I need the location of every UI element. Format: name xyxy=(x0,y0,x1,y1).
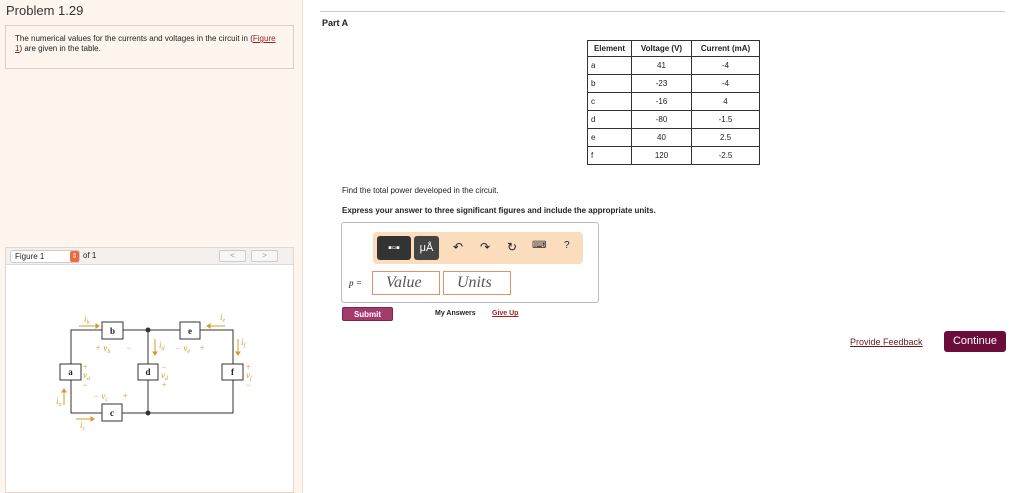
node-bottom xyxy=(145,410,151,416)
vc-plus: + xyxy=(122,391,128,401)
math-toolbar: ▪▫▪ μÅ ↶ ↷ ↻ ⌨ ? xyxy=(373,232,583,264)
cell: -80 xyxy=(631,110,692,129)
voltage-ve-label: − ve xyxy=(175,343,190,355)
header-current: Current (mA) xyxy=(691,40,760,57)
answer-box: ▪▫▪ μÅ ↶ ↷ ↻ ⌨ ? p = Value Units xyxy=(341,222,599,303)
templates-button[interactable]: ▪▫▪ xyxy=(377,236,411,260)
voltage-vc-label: − vc xyxy=(93,391,108,403)
current-ia-label: ia xyxy=(56,396,62,408)
cell: 2.5 xyxy=(691,128,760,147)
vd-plus: + xyxy=(161,380,167,390)
cell: c xyxy=(587,92,632,111)
cell: b xyxy=(587,74,632,93)
cell: 120 xyxy=(631,146,692,165)
cell: -1.5 xyxy=(691,110,760,129)
label-b: b xyxy=(110,326,115,336)
cell: -4 xyxy=(691,56,760,75)
question-text: Find the total power developed in the ci… xyxy=(342,186,499,195)
cell: f xyxy=(587,146,632,165)
instruction-text: Express your answer to three significant… xyxy=(342,206,656,215)
voltage-vb-label: + vb xyxy=(95,343,110,355)
circuit-diagram: b e a d f c ib ie id if ia ic + vb − − v… xyxy=(56,312,253,432)
label-d: d xyxy=(145,367,150,377)
units-button[interactable]: μÅ xyxy=(414,236,439,260)
cell: 41 xyxy=(631,56,692,75)
current-ic-label: ic xyxy=(80,420,86,432)
help-button[interactable]: ? xyxy=(564,240,570,251)
cell: e xyxy=(587,128,632,147)
vf-minus: − xyxy=(245,380,251,390)
cell: -16 xyxy=(631,92,692,111)
cell: a xyxy=(587,56,632,75)
continue-button[interactable]: Continue xyxy=(944,331,1006,352)
values-table: Element Voltage (V) Current (mA) a 41 -4 b -2… xyxy=(587,40,760,165)
table-row: a 41 -4 xyxy=(587,56,760,75)
ve-plus: + xyxy=(199,343,205,353)
label-a: a xyxy=(68,367,73,377)
give-up-link[interactable]: Give Up xyxy=(492,310,518,317)
provide-feedback-link[interactable]: Provide Feedback xyxy=(850,337,923,347)
current-id-label: id xyxy=(159,340,166,352)
my-answers-link[interactable]: My Answers xyxy=(435,310,476,317)
cell: d xyxy=(587,110,632,129)
current-ib-label: ib xyxy=(84,314,90,326)
cell: 40 xyxy=(631,128,692,147)
va-minus: − xyxy=(82,380,88,390)
table-row: e 40 2.5 xyxy=(587,128,760,147)
current-if-label: if xyxy=(241,337,247,349)
undo-icon[interactable]: ↶ xyxy=(453,240,463,254)
cell: -23 xyxy=(631,74,692,93)
table-row: d -80 -1.5 xyxy=(587,110,760,129)
answer-label: p = xyxy=(349,278,362,288)
cell: -4 xyxy=(691,74,760,93)
reset-icon[interactable]: ↻ xyxy=(507,240,517,254)
redo-icon[interactable]: ↷ xyxy=(480,240,490,254)
keyboard-icon[interactable]: ⌨ xyxy=(532,240,546,251)
table-row: b -23 -4 xyxy=(587,74,760,93)
cell: -2.5 xyxy=(691,146,760,165)
cell: 4 xyxy=(691,92,760,111)
vb-minus: − xyxy=(126,343,132,353)
table-row: f 120 -2.5 xyxy=(587,146,760,165)
units-input[interactable]: Units xyxy=(443,271,511,295)
label-c: c xyxy=(110,408,114,418)
part-title: Part A xyxy=(322,18,349,28)
fraction-template-icon: ▪▫▪ xyxy=(388,242,400,254)
current-ie-label: ie xyxy=(220,312,226,324)
header-voltage: Voltage (V) xyxy=(631,40,692,57)
value-input[interactable]: Value xyxy=(372,271,440,295)
node-top xyxy=(145,327,151,333)
table-row: c -16 4 xyxy=(587,92,760,111)
submit-button[interactable]: Submit xyxy=(342,307,393,321)
divider xyxy=(320,11,1005,12)
label-e: e xyxy=(188,326,192,336)
header-element: Element xyxy=(587,40,632,57)
